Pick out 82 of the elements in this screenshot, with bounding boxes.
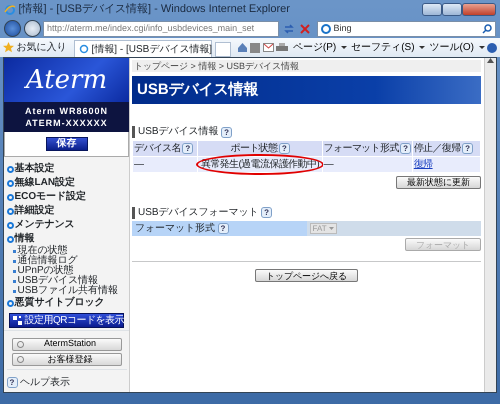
sidebar-item[interactable]: ECOモード設定 [14,190,86,204]
help-icon[interactable]: ? [218,222,228,234]
refresh-button[interactable]: 最新状態に更新 [396,176,481,188]
search-icon[interactable] [482,24,492,34]
field-label: フォーマット形式 [135,222,215,236]
help-icon[interactable]: ? [6,376,18,388]
radio-icon [16,340,24,348]
help-icon[interactable]: ? [462,143,473,154]
section-title: USBデバイスフォーマット [138,206,259,218]
caret-icon [329,226,334,230]
sidebar-subitem[interactable]: 現在の状態 [18,246,68,256]
sidebar-item[interactable]: 悪質サイトブロック [14,296,104,310]
caret-icon[interactable] [419,46,426,49]
star-icon [3,42,14,53]
sidebar-subitem[interactable]: UPnPの状態 [18,266,74,276]
forward-button[interactable] [24,20,40,37]
section-title: USBデバイス情報 [138,126,219,138]
radio-icon [16,356,24,363]
minimize-button[interactable] [422,3,442,16]
mail-icon[interactable] [262,43,274,52]
sidebar-subitem[interactable]: USBデバイス情報 [18,276,98,286]
menu-button[interactable]: ページ(P) [290,40,338,55]
sidebar-item[interactable]: メンテナンス [14,218,74,232]
help-icon[interactable]: ? [182,143,194,154]
help-icon[interactable]: ? [400,143,411,154]
menu-button[interactable]: セーフティ(S) [349,40,417,55]
caret-icon[interactable] [478,46,484,49]
scrollbar[interactable] [484,58,496,392]
device-name: ATERM-XXXXXX [25,117,108,129]
home-icon[interactable] [236,42,248,53]
help-icon[interactable]: ? [278,143,290,154]
bullet-icon [6,194,14,200]
bullet-icon [12,280,16,282]
help-icon[interactable]: ? [261,207,272,218]
window-title: [情報] - [USBデバイス情報] - Windows Internet Explorer [18,2,291,18]
sidebar-item[interactable]: 情報 [14,232,34,246]
bullet-icon [6,166,14,172]
search-field[interactable]: Bing [317,20,496,36]
bullet-icon [12,270,16,272]
sidebar-item[interactable]: 基本設定 [14,162,54,176]
help-icon[interactable]: ? [221,126,232,138]
menu-button[interactable]: ツール(O) [428,40,476,55]
back-button[interactable]: トップページへ戻る [255,269,358,282]
sidebar-link-button[interactable]: AtermStation [12,338,122,350]
breadcrumb: トップページ > 情報 > USBデバイス情報 [132,60,481,72]
bullet-icon [12,260,16,262]
sidebar-link-button[interactable]: お客様登録 [12,353,122,366]
save-button[interactable]: 保存 [46,137,88,151]
sidebar-subitem[interactable]: 通信情報ログ [18,256,78,266]
column-label: 停止／復帰 [414,142,461,156]
column-label: フォーマット形式 [324,142,399,156]
address-field[interactable]: http://aterm.me/index.cgi/info_usbdevices_main_set [43,20,279,36]
search-placeholder: Bing [334,22,353,35]
bullet-icon [12,250,16,252]
table-cell: — [134,159,144,170]
close-button[interactable] [462,3,496,16]
caret-icon[interactable] [340,46,347,49]
logo-text: Aterm [26,64,108,96]
sidebar-subitem[interactable]: USBファイル共有情報 [18,286,118,296]
model-name: Aterm WR8600N [24,105,108,117]
bing-logo-icon [321,24,331,34]
help-link[interactable]: ヘルプ表示 [20,374,70,390]
bullet-icon [12,290,16,292]
favorites-button[interactable]: お気に入り [16,40,66,55]
column-label: デバイス名 [134,142,182,156]
bullet-icon [6,236,14,242]
bullet-icon [6,300,14,306]
bullet-icon [6,208,14,214]
sidebar-item[interactable]: 詳細設定 [14,204,54,218]
table-cell: — [324,159,333,170]
page-title-banner: USBデバイス情報 [132,76,481,104]
bullet-icon [6,222,14,228]
column-label: ポート状態 [230,142,278,156]
browser-logo-icon [79,44,89,54]
browser-logo-icon [4,4,16,16]
qr-code-button[interactable]: 設定用QRコードを表示 [9,312,124,328]
qr-code-icon [13,316,22,324]
printer-icon[interactable] [276,42,288,52]
browser-tab[interactable]: [情報] - [USBデバイス情報] [74,40,212,57]
bullet-icon [6,180,14,186]
sidebar-item[interactable]: 無線LAN設定 [14,176,76,190]
maximize-button[interactable] [442,3,462,16]
